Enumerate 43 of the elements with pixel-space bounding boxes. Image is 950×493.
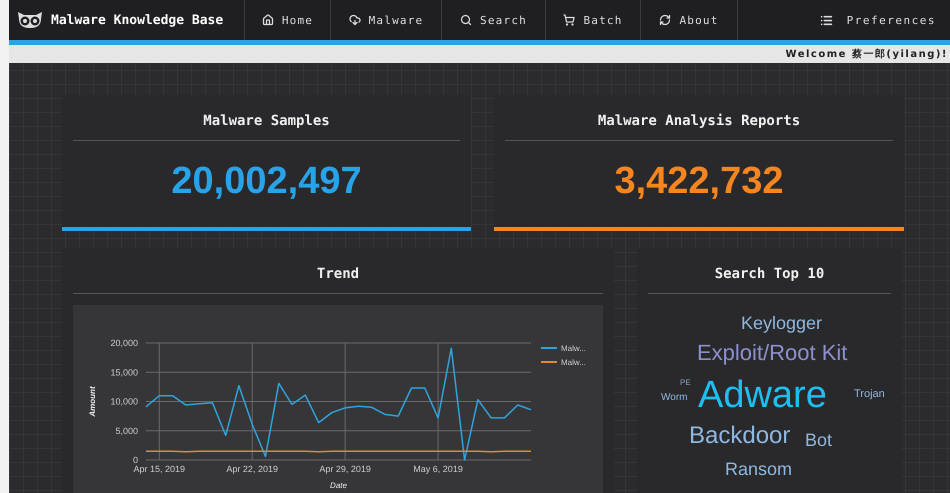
nav-link[interactable]: Search xyxy=(442,0,546,40)
owl-logo-icon xyxy=(17,11,43,29)
home-icon xyxy=(262,14,274,26)
cloud-icon xyxy=(348,14,361,26)
cloud-word[interactable]: Ransom xyxy=(725,460,792,478)
welcome-text: Welcome 蔡一郎(yilang)! xyxy=(786,47,949,61)
cloud-word[interactable]: Bot xyxy=(805,431,832,449)
card-title: Malware Samples xyxy=(73,95,460,141)
nav-link[interactable]: Home xyxy=(245,0,331,40)
x-tick-label: Apr 22, 2019 xyxy=(226,464,278,474)
refresh-icon xyxy=(659,14,672,26)
x-tick-label: Apr 15, 2019 xyxy=(134,464,186,474)
legend-label: Malw... xyxy=(561,344,586,353)
card-title: Trend xyxy=(73,248,603,294)
search-icon xyxy=(460,14,472,26)
list-icon xyxy=(820,14,833,26)
cloud-word[interactable]: Adware xyxy=(698,376,827,414)
preferences-link[interactable]: Preferences xyxy=(820,0,950,40)
stat-value: 3,422,732 xyxy=(613,159,785,204)
y-tick-label: 15,000 xyxy=(110,367,138,378)
cloud-word[interactable]: Trojan xyxy=(854,389,885,400)
cart-icon xyxy=(563,14,576,26)
cloud-word[interactable]: Keylogger xyxy=(741,314,822,332)
legend-label: Malw... xyxy=(561,358,586,367)
cloud-word[interactable]: Backdoor xyxy=(689,424,790,448)
card-title: Search Top 10 xyxy=(648,248,891,294)
card-title: Malware Analysis Reports xyxy=(505,95,893,141)
x-tick-label: May 6, 2019 xyxy=(413,464,463,474)
y-tick-label: 5,000 xyxy=(115,426,138,436)
x-axis-title: Date xyxy=(330,481,347,490)
nav-link[interactable]: About xyxy=(641,0,738,40)
y-tick-label: 0 xyxy=(132,455,138,465)
nav-link[interactable]: Malware xyxy=(331,0,442,40)
cloud-word[interactable]: Worm xyxy=(661,393,688,403)
brand-link[interactable]: Malware Knowledge Base xyxy=(9,0,245,40)
nav-link[interactable]: Batch xyxy=(546,0,641,40)
y-tick-label: 20,000 xyxy=(110,338,138,348)
stat-value: 20,002,497 xyxy=(170,159,363,204)
cloud-word[interactable]: Exploit/Root Kit xyxy=(697,342,848,364)
cloud-word[interactable]: PE xyxy=(680,379,691,387)
x-tick-label: Apr 29, 2019 xyxy=(319,464,371,474)
y-axis-title: Amount xyxy=(88,386,97,417)
y-tick-label: 10,000 xyxy=(110,396,138,406)
